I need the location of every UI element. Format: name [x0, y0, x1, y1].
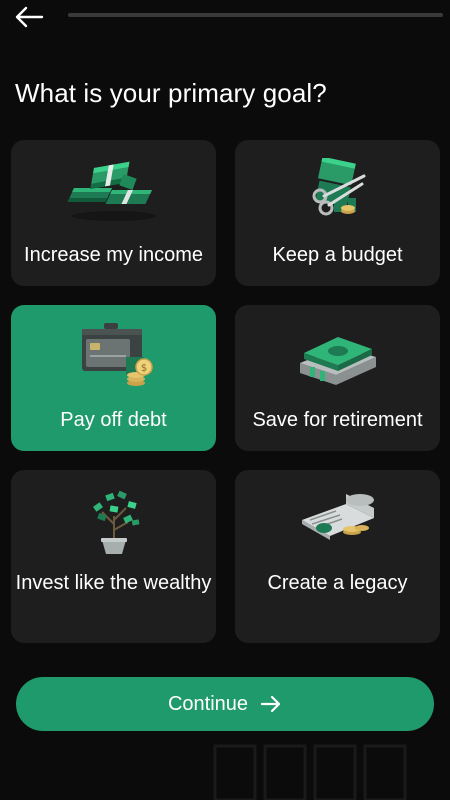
document-scroll-coins-icon: [301, 494, 374, 540]
progress-bar: [68, 13, 443, 17]
svg-text:$: $: [140, 363, 146, 374]
option-invest-wealthy[interactable]: Invest like the wealthy: [11, 470, 216, 643]
background-watermark: [213, 744, 407, 800]
option-label: Increase my income: [24, 244, 203, 266]
back-button[interactable]: [12, 4, 46, 30]
scissors-money-icon: [312, 158, 365, 216]
option-increase-income[interactable]: Increase my income: [11, 140, 216, 286]
option-create-legacy[interactable]: Create a legacy: [235, 470, 440, 643]
arrow-left-icon: [15, 6, 44, 28]
money-tree-icon: [92, 490, 139, 554]
book-money-icon: [299, 337, 376, 385]
option-label: Save for retirement: [252, 409, 423, 431]
page-title: What is your primary goal?: [15, 78, 327, 108]
continue-label: Continue: [167, 692, 249, 715]
option-label: Invest like the wealthy: [15, 572, 212, 594]
wallet-card-coins-icon: $: [81, 323, 153, 386]
money-stack-icon: [66, 161, 156, 221]
option-label: Keep a budget: [272, 244, 403, 266]
arrow-right-icon: [260, 695, 281, 713]
option-label: Create a legacy: [267, 572, 408, 594]
option-label: Pay off debt: [60, 409, 167, 431]
option-keep-budget[interactable]: Keep a budget: [235, 140, 440, 286]
top-bar: [0, 0, 450, 40]
continue-button[interactable]: Continue: [16, 677, 434, 731]
option-pay-off-debt[interactable]: $ Pay off debt: [11, 305, 216, 451]
goal-options-grid: Increase my income Keep a budget $ Pay o…: [11, 140, 440, 643]
option-save-retirement[interactable]: Save for retirement: [235, 305, 440, 451]
